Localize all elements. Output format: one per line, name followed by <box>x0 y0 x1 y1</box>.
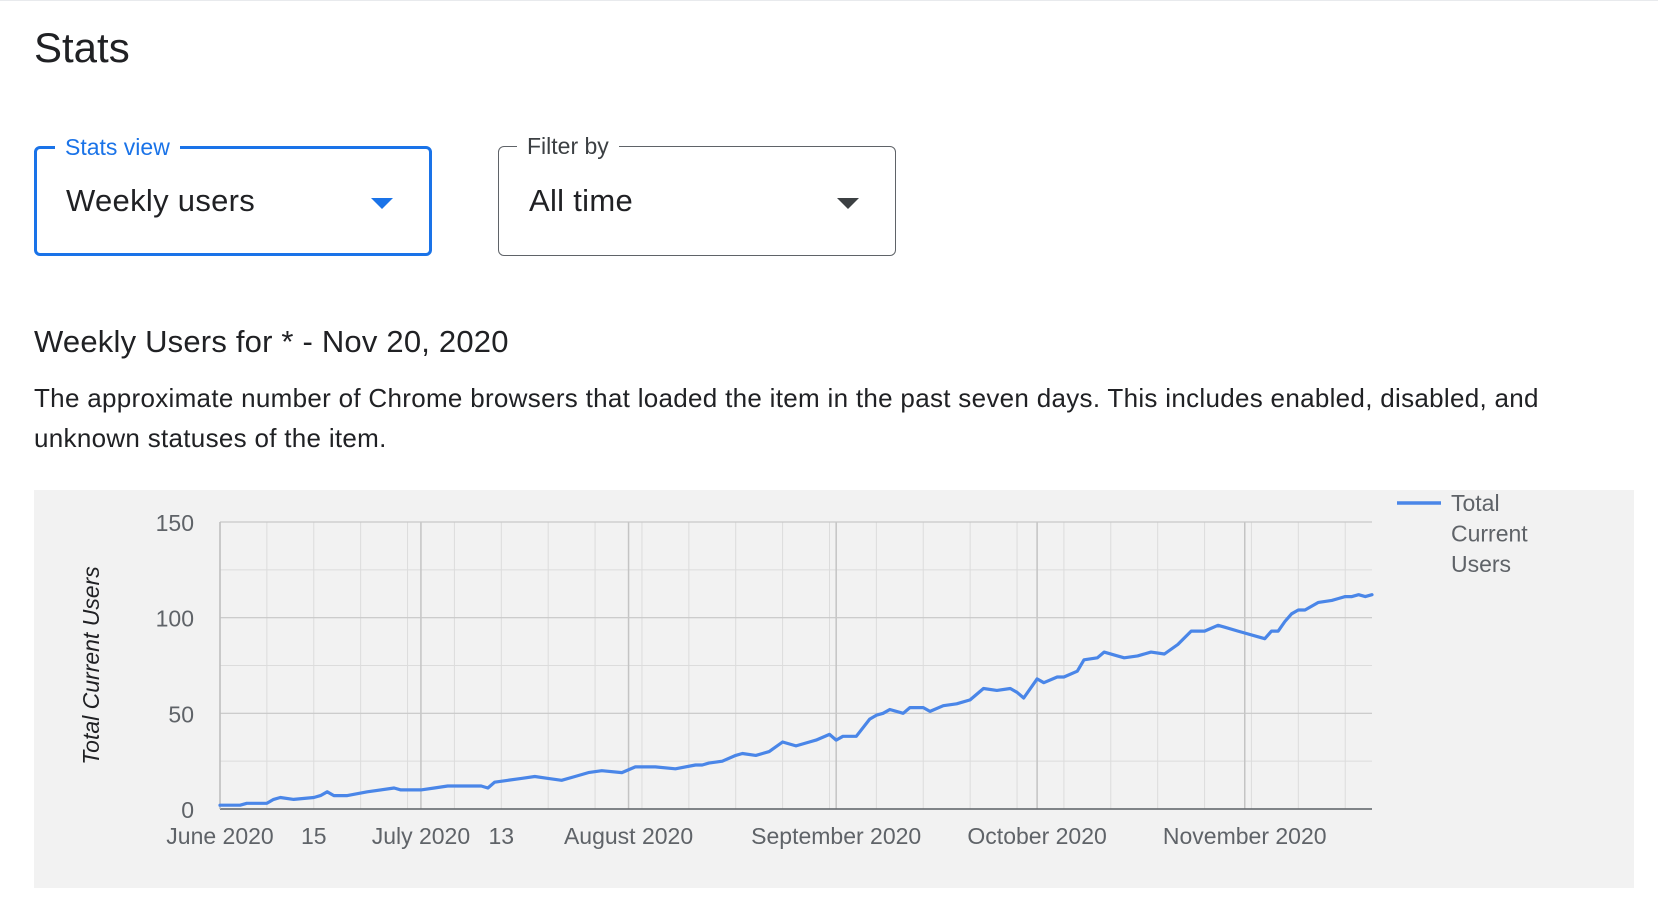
stats-view-label: Stats view <box>55 132 180 162</box>
chart-description: The approximate number of Chrome browser… <box>34 383 1539 453</box>
y-tick-label: 100 <box>156 606 194 632</box>
chart-panel: 0 50 100 150 June 2020 15 July 2020 13 August 20… <box>34 490 1634 888</box>
filter-by-value: All time <box>529 183 634 218</box>
y-axis-label: Total Current Users <box>78 566 104 765</box>
x-tick-label: July 2020 <box>372 823 470 849</box>
x-tick-label: September 2020 <box>751 823 921 849</box>
x-tick-label: November 2020 <box>1163 823 1327 849</box>
y-tick-label: 150 <box>156 510 194 536</box>
stats-view-value: Weekly users <box>66 183 256 218</box>
y-tick-label: 50 <box>168 701 194 727</box>
arrow-drop-down-icon[interactable] <box>837 198 859 209</box>
page-title: Stats <box>34 24 130 71</box>
filter-by-select[interactable]: Filter by All time <box>498 131 896 256</box>
legend-label: Users <box>1451 551 1511 577</box>
stats-view-select[interactable]: Stats view Weekly users <box>34 132 432 256</box>
chart-section-title: Weekly Users for * - Nov 20, 2020 <box>34 324 509 359</box>
x-tick-label: 13 <box>489 823 515 849</box>
filter-by-label: Filter by <box>517 131 619 161</box>
top-divider <box>0 0 1658 1</box>
weekly-users-chart: 0 50 100 150 June 2020 15 July 2020 13 August 20… <box>78 490 1528 849</box>
series-line <box>218 593 1374 807</box>
x-tick-label: October 2020 <box>967 823 1106 849</box>
x-tick-label: 15 <box>301 823 327 849</box>
arrow-drop-down-icon[interactable] <box>371 198 393 209</box>
x-tick-label: June 2020 <box>166 823 273 849</box>
x-tick-label: August 2020 <box>564 823 693 849</box>
legend-label: Current <box>1451 521 1528 547</box>
legend-label: Total <box>1451 490 1500 516</box>
y-tick-label: 0 <box>181 797 194 823</box>
